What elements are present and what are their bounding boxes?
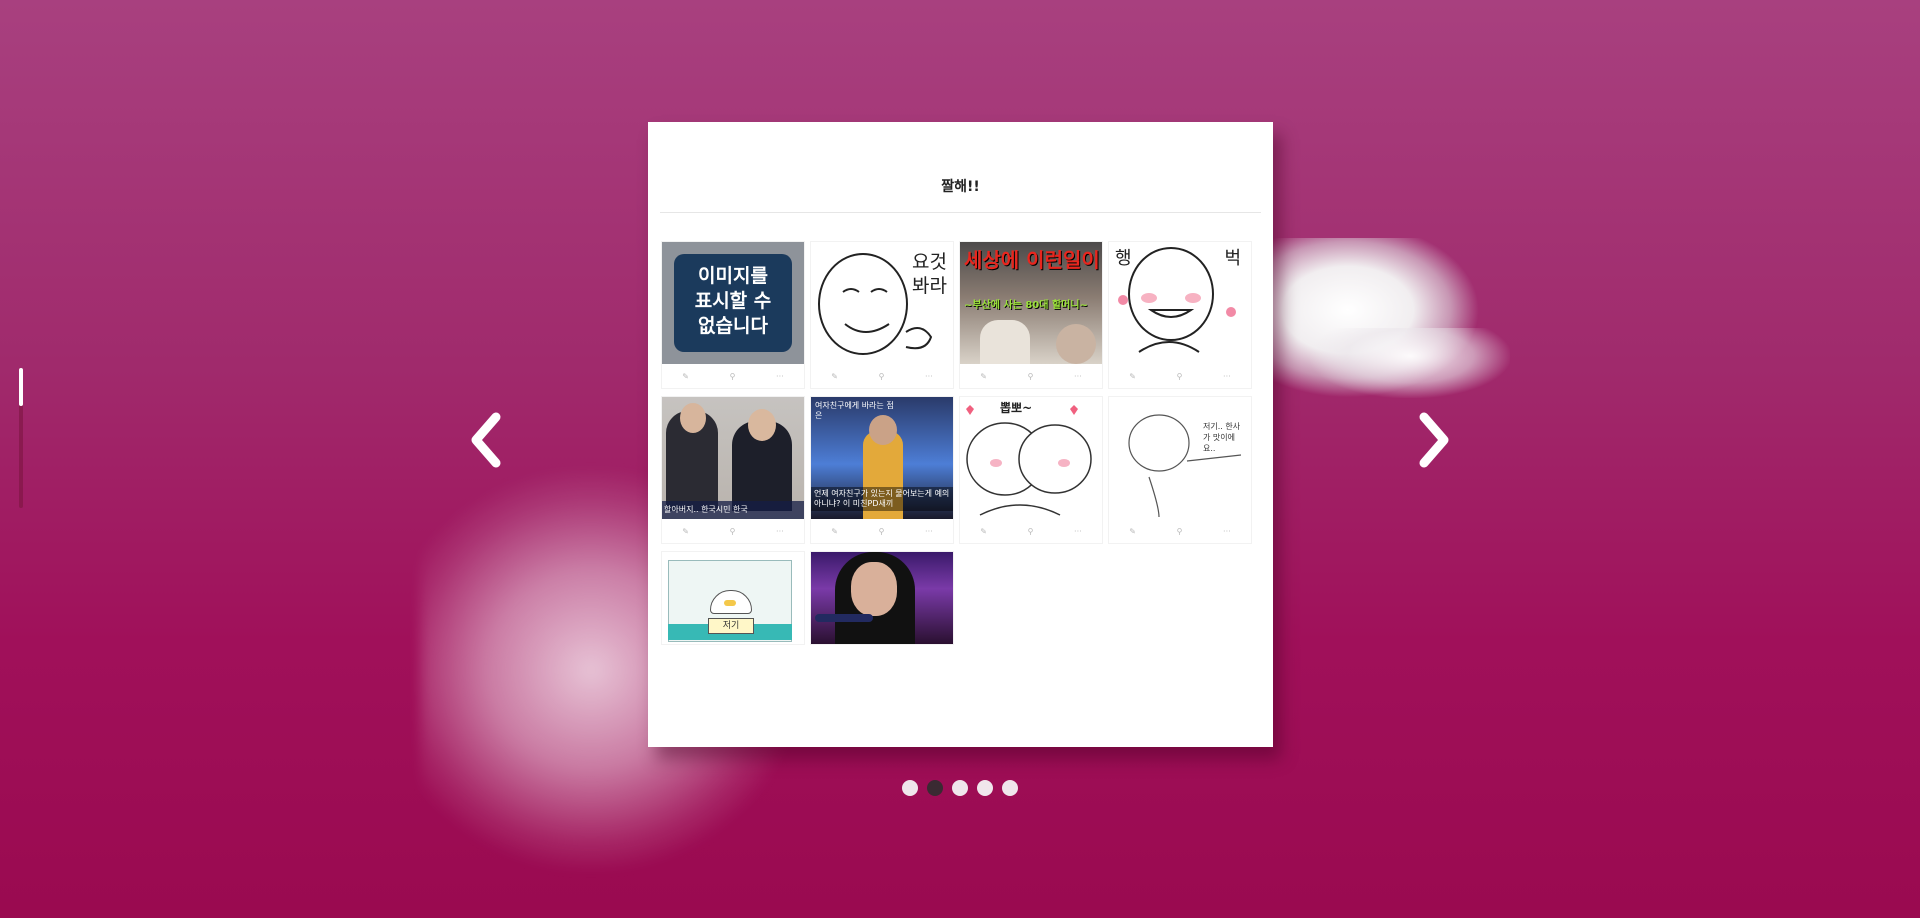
more-button[interactable]: ··· — [776, 372, 784, 381]
unavailable-text-line: 이미지를 — [698, 265, 768, 287]
image-card[interactable]: 행 벅 ✎ ⚲ ··· — [1109, 242, 1251, 388]
unavailable-text-line: 없습니다 — [698, 315, 768, 337]
panel-title: 짤해!! — [941, 179, 980, 195]
pagination-dot-active[interactable] — [927, 780, 943, 796]
pagination-dot[interactable] — [977, 780, 993, 796]
previous-slide-button[interactable] — [462, 405, 512, 475]
card-image[interactable]: 여자친구에게 바라는 점은 언제 여자친구가 있는지 물어보는게 예의 아니냐?… — [811, 397, 953, 519]
pencil-icon[interactable]: ✎ — [1129, 372, 1136, 381]
pencil-icon[interactable]: ✎ — [682, 527, 689, 536]
image-card[interactable]: 할아버지.. 한국시민 한국 ✎ ⚲ ··· — [662, 397, 804, 543]
pencil-icon[interactable]: ✎ — [831, 372, 838, 381]
photo-subline: ~부산에 사는 80대 할머니~ — [964, 300, 1088, 311]
card-image[interactable]: 저기.. 한사가 맛이에요.. — [1109, 397, 1251, 519]
card-image[interactable]: 저기 — [662, 552, 804, 644]
more-button[interactable]: ··· — [1074, 372, 1082, 381]
pin-icon[interactable]: ⚲ — [879, 372, 885, 381]
card-image[interactable]: 이미지를 표시할 수 없습니다 — [662, 242, 804, 364]
meme-sketch-illustration — [1128, 414, 1242, 518]
scroll-thumb[interactable] — [19, 368, 23, 406]
chevron-right-icon — [1419, 412, 1449, 468]
image-card[interactable]: 요것 봐라 ✎ ⚲ ··· — [811, 242, 953, 388]
pagination-dot[interactable] — [952, 780, 968, 796]
scroll-indicator[interactable] — [19, 368, 23, 508]
more-button[interactable]: ··· — [925, 527, 933, 536]
card-actions: ✎ ⚲ ··· — [811, 519, 953, 543]
image-card[interactable]: 세상에 이런일이 ~부산에 사는 80대 할머니~ ✎ ⚲ ··· — [960, 242, 1102, 388]
pagination-dots — [902, 780, 1018, 796]
card-actions: ✎ ⚲ ··· — [960, 364, 1102, 388]
title-divider — [660, 212, 1261, 213]
meme-caption: 요것 봐라 — [912, 251, 947, 297]
card-image[interactable]: 세상에 이런일이 ~부산에 사는 80대 할머니~ — [960, 242, 1102, 364]
pencil-icon[interactable]: ✎ — [1129, 527, 1136, 536]
image-card[interactable]: 여자친구에게 바라는 점은 언제 여자친구가 있는지 물어보는게 예의 아니냐?… — [811, 397, 953, 543]
card-image[interactable] — [811, 552, 953, 644]
pin-icon[interactable]: ⚲ — [1028, 527, 1034, 536]
pin-icon[interactable]: ⚲ — [1177, 527, 1183, 536]
meme-caption: 저기.. 한사가 맛이에요.. — [1203, 422, 1241, 453]
card-actions: ✎ ⚲ ··· — [1109, 519, 1251, 543]
card-image[interactable]: 할아버지.. 한국시민 한국 — [662, 397, 804, 519]
more-button[interactable]: ··· — [1074, 527, 1082, 536]
more-button[interactable]: ··· — [925, 372, 933, 381]
pencil-icon[interactable]: ✎ — [980, 372, 987, 381]
pencil-icon[interactable]: ✎ — [980, 527, 987, 536]
pin-icon[interactable]: ⚲ — [1177, 372, 1183, 381]
image-card[interactable] — [811, 552, 953, 644]
image-card[interactable]: 이미지를 표시할 수 없습니다 ✎ ⚲ ··· — [662, 242, 804, 388]
card-actions: ✎ ⚲ ··· — [960, 519, 1102, 543]
cloud-decoration-right — [1240, 238, 1510, 398]
more-button[interactable]: ··· — [776, 527, 784, 536]
pin-icon[interactable]: ⚲ — [730, 527, 736, 536]
card-actions: ✎ ⚲ ··· — [811, 364, 953, 388]
pagination-dot[interactable] — [902, 780, 918, 796]
card-image[interactable]: 요것 봐라 — [811, 242, 953, 364]
pin-icon[interactable]: ⚲ — [879, 527, 885, 536]
gallery-panel: 짤해!! 이미지를 표시할 수 없습니다 ✎ ⚲ ··· 요것 봐라 ✎ ⚲ ·… — [648, 122, 1273, 747]
pencil-icon[interactable]: ✎ — [831, 527, 838, 536]
chevron-left-icon — [471, 412, 501, 468]
meme-caption: 뽑뽀~ — [1000, 401, 1033, 415]
photo-caption: 할아버지.. 한국시민 한국 — [662, 501, 804, 519]
next-slide-button[interactable] — [1408, 405, 1458, 475]
note-text: 저기 — [708, 618, 754, 634]
image-card[interactable]: 저기 — [662, 552, 804, 644]
photo-headline: 세상에 이런일이 — [964, 248, 1100, 272]
card-image[interactable]: 행 벅 — [1109, 242, 1251, 364]
card-image[interactable]: 뽑뽀~ — [960, 397, 1102, 519]
card-actions: ✎ ⚲ ··· — [662, 364, 804, 388]
pagination-dot[interactable] — [1002, 780, 1018, 796]
photo-caption: 언제 여자친구가 있는지 물어보는게 예의 아니냐? 이 미친PD새끼 — [811, 487, 953, 511]
pin-icon[interactable]: ⚲ — [730, 372, 736, 381]
more-button[interactable]: ··· — [1223, 527, 1231, 536]
image-card[interactable]: 뽑뽀~ ✎ ⚲ ··· — [960, 397, 1102, 543]
meme-caption-left: 행 — [1115, 248, 1132, 269]
pin-icon[interactable]: ⚲ — [1028, 372, 1034, 381]
more-button[interactable]: ··· — [1223, 372, 1231, 381]
unavailable-text-line: 표시할 수 — [694, 290, 772, 312]
card-actions: ✎ ⚲ ··· — [1109, 364, 1251, 388]
pencil-icon[interactable]: ✎ — [682, 372, 689, 381]
card-actions: ✎ ⚲ ··· — [662, 519, 804, 543]
meme-caption-right: 벅 — [1224, 248, 1241, 269]
image-card[interactable]: 저기.. 한사가 맛이에요.. ✎ ⚲ ··· — [1109, 397, 1251, 543]
